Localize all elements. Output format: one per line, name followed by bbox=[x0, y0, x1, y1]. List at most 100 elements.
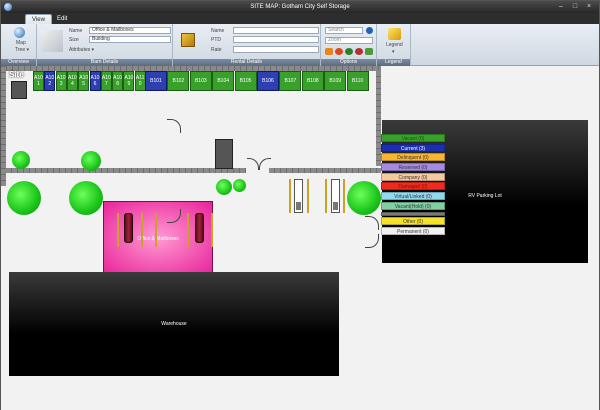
barn-size-label: Size bbox=[69, 37, 79, 43]
storage-unit[interactable]: A10 4 bbox=[67, 71, 78, 91]
legend-item[interactable]: Virtual/Linked (0) bbox=[381, 192, 445, 200]
ribbon-tabs: View Edit bbox=[1, 13, 599, 24]
maximize-icon[interactable]: □ bbox=[569, 3, 581, 11]
rv-parking-label: RV Parking Lot bbox=[468, 193, 502, 199]
parked-car bbox=[195, 213, 204, 243]
refresh-icon[interactable] bbox=[325, 48, 333, 55]
map-button[interactable]: Map bbox=[16, 40, 26, 46]
storage-unit[interactable]: A10 2 bbox=[44, 71, 55, 91]
storage-unit[interactable]: A10 1 bbox=[33, 71, 44, 91]
barn-details-group: Name Office & Mailboxes Size Building At… bbox=[37, 24, 173, 66]
legend-item[interactable]: Other (0) bbox=[381, 217, 445, 225]
side-door-bottom bbox=[365, 234, 379, 248]
legend-item[interactable]: Current (3) bbox=[381, 144, 445, 152]
storage-unit[interactable]: B105 bbox=[235, 71, 257, 91]
legend-item[interactable]: Delinquent (0) bbox=[381, 153, 445, 161]
storage-unit[interactable]: A10 5 bbox=[78, 71, 89, 91]
storage-unit[interactable]: B104 bbox=[212, 71, 234, 91]
parked-truck bbox=[331, 179, 340, 213]
app-logo-icon bbox=[4, 3, 12, 11]
parking-line bbox=[325, 179, 327, 213]
parked-car bbox=[124, 213, 133, 243]
search-input[interactable]: Search bbox=[325, 27, 363, 34]
options-group: Search Zoom Options bbox=[321, 24, 377, 66]
storage-unit[interactable]: A10 9 bbox=[123, 71, 134, 91]
middle-wall-right bbox=[269, 168, 381, 173]
site-map-canvas[interactable]: Site A10 1A10 2A10 3A10 4A10 5A10 6A10 7… bbox=[1, 66, 599, 410]
zoom-out-icon[interactable] bbox=[355, 48, 363, 55]
office-annex[interactable] bbox=[215, 139, 233, 169]
legend-item[interactable]: Vacant(Hold) (0) bbox=[381, 202, 445, 210]
legend-item[interactable]: Reserved (0) bbox=[381, 163, 445, 171]
rental-ptd-label: PTD bbox=[211, 37, 221, 43]
storage-unit[interactable]: A10 6 bbox=[90, 71, 101, 91]
rental-rate-field[interactable] bbox=[233, 46, 319, 53]
legend-item[interactable] bbox=[381, 212, 445, 216]
zoom-in-icon[interactable] bbox=[345, 48, 353, 55]
legend-icon[interactable] bbox=[388, 28, 401, 40]
storage-unit[interactable]: B102 bbox=[167, 71, 189, 91]
attributes-dropdown[interactable]: Attributes ▾ bbox=[69, 47, 94, 53]
gate-door-left bbox=[247, 158, 259, 170]
legend-item[interactable]: Company (0) bbox=[381, 173, 445, 181]
storage-unit[interactable]: B101 bbox=[145, 71, 167, 91]
warehouse[interactable]: Warehouse bbox=[9, 272, 339, 376]
options-label: Options bbox=[321, 59, 376, 66]
barn-size-field[interactable]: Building bbox=[89, 36, 171, 43]
middle-wall bbox=[6, 168, 246, 173]
parking-line bbox=[141, 213, 143, 247]
storage-unit[interactable]: B108 bbox=[302, 71, 324, 91]
warehouse-label: Warehouse bbox=[161, 321, 186, 327]
tree-icon bbox=[347, 181, 381, 215]
rental-ptd-field[interactable] bbox=[233, 36, 319, 43]
parking-line bbox=[307, 179, 309, 213]
tab-edit[interactable]: Edit bbox=[51, 14, 73, 24]
legend-button[interactable]: Legend bbox=[386, 42, 403, 48]
legend-group-label: Legend bbox=[377, 59, 410, 66]
rental-details-label: Rental Details bbox=[173, 59, 320, 66]
rental-details-group: Name PTD Rate Rental Details bbox=[173, 24, 321, 66]
legend-panel: Vacant (0) Current (3)Delinquent (0) Reser… bbox=[381, 134, 445, 237]
storage-unit[interactable]: B103 bbox=[190, 71, 212, 91]
minimize-icon[interactable]: – bbox=[555, 3, 567, 11]
barn-details-label: Barn Details bbox=[37, 59, 172, 66]
globe-icon[interactable] bbox=[14, 27, 25, 38]
tree-button[interactable]: Tree ▾ bbox=[15, 47, 29, 53]
storage-unit[interactable]: A10 8 bbox=[112, 71, 123, 91]
storage-unit[interactable]: B107 bbox=[279, 71, 301, 91]
storage-unit[interactable]: A10 3 bbox=[56, 71, 67, 91]
zoom-select[interactable]: Zoom bbox=[325, 37, 373, 44]
storage-unit[interactable]: B106 bbox=[257, 71, 279, 91]
fit-view-icon[interactable] bbox=[365, 48, 373, 55]
app-window: SITE MAP: Gotham City Self Storage – □ ×… bbox=[0, 0, 600, 410]
parking-line bbox=[211, 213, 213, 247]
legend-item[interactable]: Vacant (0) bbox=[381, 134, 445, 142]
rental-rate-label: Rate bbox=[211, 47, 222, 53]
parking-line bbox=[343, 179, 345, 213]
parking-line bbox=[117, 213, 119, 247]
tree-icon bbox=[7, 181, 41, 215]
window-title: SITE MAP: Gotham City Self Storage bbox=[250, 4, 349, 10]
legend-dropdown-arrow[interactable]: ▾ bbox=[392, 49, 395, 55]
rental-name-field[interactable] bbox=[233, 27, 319, 34]
stop-icon[interactable] bbox=[335, 48, 343, 55]
title-bar: SITE MAP: Gotham City Self Storage – □ × bbox=[1, 1, 599, 13]
storage-unit[interactable]: B110 bbox=[347, 71, 369, 91]
legend-item[interactable]: Damaged (0) bbox=[381, 182, 445, 190]
ribbon: Map Tree ▾ Overview Name Office & Mailbo… bbox=[1, 24, 599, 66]
search-icon[interactable] bbox=[366, 27, 373, 34]
storage-unit[interactable]: A10 7 bbox=[101, 71, 112, 91]
overview-group: Map Tree ▾ Overview bbox=[1, 24, 37, 66]
barn-icon bbox=[41, 30, 63, 52]
legend-item[interactable]: Permanent (0) bbox=[381, 227, 445, 235]
parking-line bbox=[187, 213, 189, 247]
close-icon[interactable]: × bbox=[583, 3, 595, 11]
overview-label: Overview bbox=[1, 59, 36, 66]
legend-group: Legend ▾ Legend bbox=[377, 24, 411, 66]
tree-icon bbox=[233, 179, 246, 192]
site-marker-box[interactable] bbox=[11, 81, 27, 99]
barn-name-field[interactable]: Office & Mailboxes bbox=[89, 27, 171, 34]
parking-line bbox=[289, 179, 291, 213]
tab-view[interactable]: View bbox=[25, 14, 52, 24]
storage-unit[interactable]: B109 bbox=[324, 71, 346, 91]
